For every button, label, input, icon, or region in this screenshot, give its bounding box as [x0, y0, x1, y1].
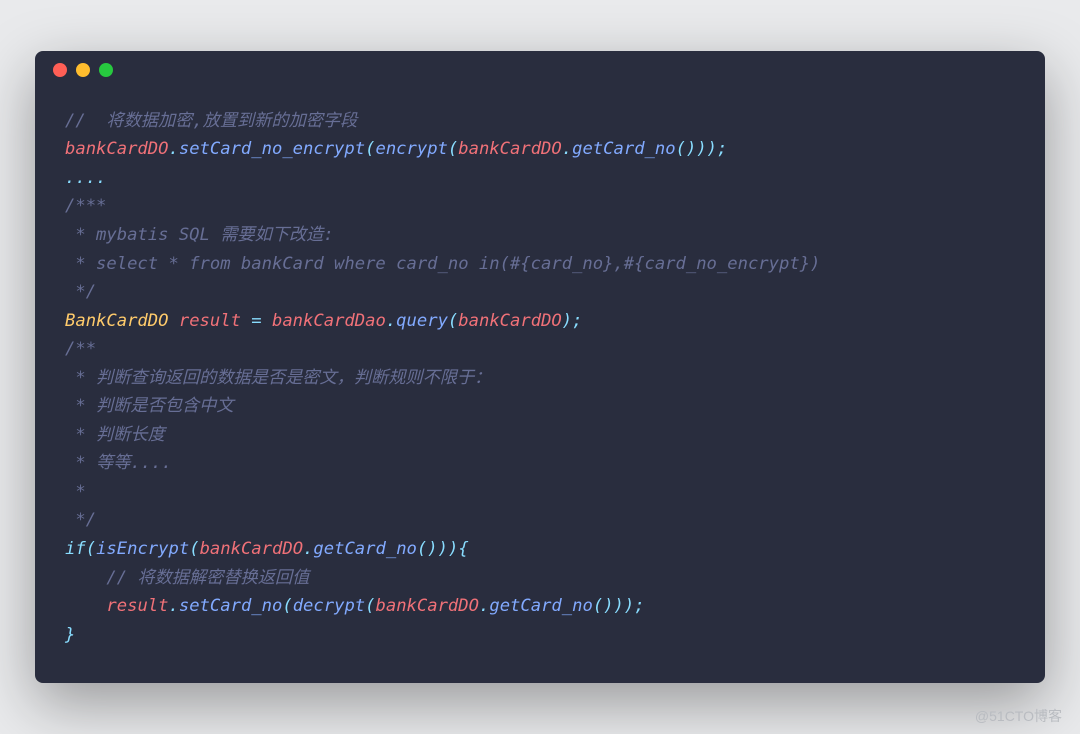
comment-line: * mybatis SQL 需要如下改造:: [65, 225, 334, 245]
punct: (: [676, 139, 686, 159]
method: isEncrypt: [96, 539, 189, 559]
variable: result: [179, 311, 241, 331]
comment-line: * 判断是否包含中文: [65, 396, 234, 416]
punct: ): [448, 539, 458, 559]
comment-line: // 将数据解密替换返回值: [65, 568, 309, 588]
comment-line: * select * from bankCard where card_no i…: [65, 254, 820, 274]
minimize-icon[interactable]: [76, 63, 90, 77]
variable: bankCardDO: [200, 539, 303, 559]
punct: }: [65, 625, 75, 645]
maximize-icon[interactable]: [99, 63, 113, 77]
method: setCard_no_encrypt: [179, 139, 365, 159]
type: BankCardDO: [65, 311, 168, 331]
punct: ): [624, 596, 634, 616]
variable: bankCardDO: [458, 311, 561, 331]
punct: .: [562, 139, 572, 159]
variable: bankCardDO: [376, 596, 479, 616]
variable: bankCardDO: [458, 139, 561, 159]
comment-line: * 等等....: [65, 453, 172, 473]
punct: ): [686, 139, 696, 159]
punct: ): [603, 596, 613, 616]
punct: (: [448, 139, 458, 159]
punct: =: [241, 311, 272, 331]
comment-line: *: [65, 482, 86, 502]
punct: ): [707, 139, 717, 159]
ellipsis: ....: [65, 168, 106, 188]
punct: ;: [572, 311, 582, 331]
punct: ): [427, 539, 437, 559]
punct: (: [282, 596, 292, 616]
punct: (: [593, 596, 603, 616]
punct: (: [365, 139, 375, 159]
code-block: // 将数据加密,放置到新的加密字段 bankCardDO.setCard_no…: [35, 89, 1045, 683]
method: setCard_no: [179, 596, 282, 616]
punct: .: [479, 596, 489, 616]
indent: [65, 596, 106, 616]
code-window: // 将数据加密,放置到新的加密字段 bankCardDO.setCard_no…: [35, 51, 1045, 683]
punct: (: [365, 596, 375, 616]
method: getCard_no: [489, 596, 592, 616]
punct: (: [86, 539, 96, 559]
comment-line: // 将数据加密,放置到新的加密字段: [65, 111, 357, 131]
punct: ;: [634, 596, 644, 616]
window-titlebar: [35, 51, 1045, 89]
method: decrypt: [293, 596, 365, 616]
method: query: [396, 311, 448, 331]
keyword: if: [65, 539, 86, 559]
comment-line: */: [65, 282, 96, 302]
comment-line: /***: [65, 196, 106, 216]
variable: bankCardDao: [272, 311, 386, 331]
method: getCard_no: [313, 539, 416, 559]
comment-line: /**: [65, 339, 96, 359]
punct: (: [417, 539, 427, 559]
punct: {: [458, 539, 468, 559]
punct: ): [562, 311, 572, 331]
punct: (: [189, 539, 199, 559]
punct: (: [448, 311, 458, 331]
variable: bankCardDO: [65, 139, 168, 159]
punct: ): [696, 139, 706, 159]
watermark: @51CTO博客: [975, 706, 1062, 726]
punct: .: [169, 596, 179, 616]
variable: result: [106, 596, 168, 616]
comment-line: * 判断长度: [65, 425, 165, 445]
method: getCard_no: [572, 139, 675, 159]
punct: .: [303, 539, 313, 559]
method: encrypt: [375, 139, 447, 159]
punct: .: [386, 311, 396, 331]
punct: ): [438, 539, 448, 559]
comment-line: * 判断查询返回的数据是否是密文，判断规则不限于：: [65, 368, 491, 388]
close-icon[interactable]: [53, 63, 67, 77]
punct: ): [614, 596, 624, 616]
comment-line: */: [65, 510, 96, 530]
punct: ;: [717, 139, 727, 159]
punct: .: [168, 139, 178, 159]
